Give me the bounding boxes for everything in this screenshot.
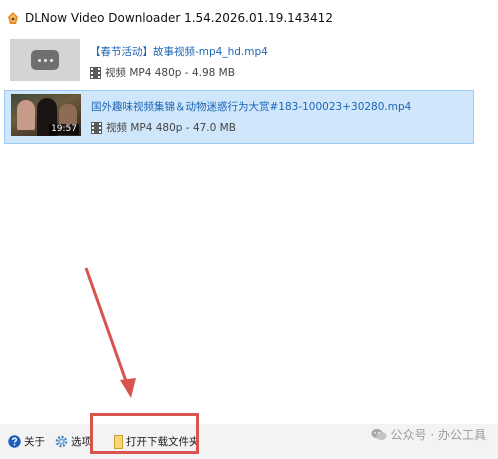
gear-icon [55, 435, 68, 448]
file-meta: 视频 MP4 480p - 47.0 MB [91, 120, 236, 135]
options-label: 选项 [71, 436, 92, 448]
wechat-icon [370, 428, 387, 440]
file-type: 视频 [106, 122, 127, 134]
file-type: 视频 [105, 67, 126, 79]
download-item-selected[interactable]: 19:57 国外趣味视频集锦＆动物迷惑行为大赏#183-100023+30280… [4, 90, 474, 144]
video-thumbnail [10, 39, 80, 81]
watermark: 公众号 · 办公工具 [370, 426, 486, 443]
file-meta: 视频 MP4 480p - 4.98 MB [90, 65, 235, 80]
file-size: 4.98 MB [191, 66, 235, 79]
app-window: DLNow Video Downloader 1.54.2026.01.19.1… [0, 0, 498, 459]
video-thumbnail: 19:57 [11, 94, 81, 136]
window-title: DLNow Video Downloader 1.54.2026.01.19.1… [25, 11, 333, 25]
file-name[interactable]: 【春节活动】故事视频-mp4_hd.mp4 [90, 44, 268, 59]
watermark-text: 公众号 · 办公工具 [390, 428, 486, 442]
download-item[interactable]: 【春节活动】故事视频-mp4_hd.mp4 视频 MP4 480p - 4.98… [4, 36, 474, 90]
file-format: MP4 480p [130, 121, 183, 134]
file-name[interactable]: 国外趣味视频集锦＆动物迷惑行为大赏#183-100023+30280.mp4 [91, 99, 411, 114]
title-bar: DLNow Video Downloader 1.54.2026.01.19.1… [0, 0, 498, 36]
more-icon [31, 50, 59, 70]
app-logo-icon [8, 12, 18, 24]
file-size: 47.0 MB [192, 121, 236, 134]
film-icon [90, 66, 101, 79]
file-format: MP4 480p [129, 66, 182, 79]
options-button[interactable]: 选项 [55, 424, 92, 459]
about-label: 关于 [24, 436, 45, 448]
film-icon [91, 121, 102, 134]
about-button[interactable]: 关于 [8, 424, 45, 459]
video-duration: 19:57 [49, 124, 79, 135]
highlight-box [90, 413, 199, 454]
help-icon [8, 435, 21, 448]
